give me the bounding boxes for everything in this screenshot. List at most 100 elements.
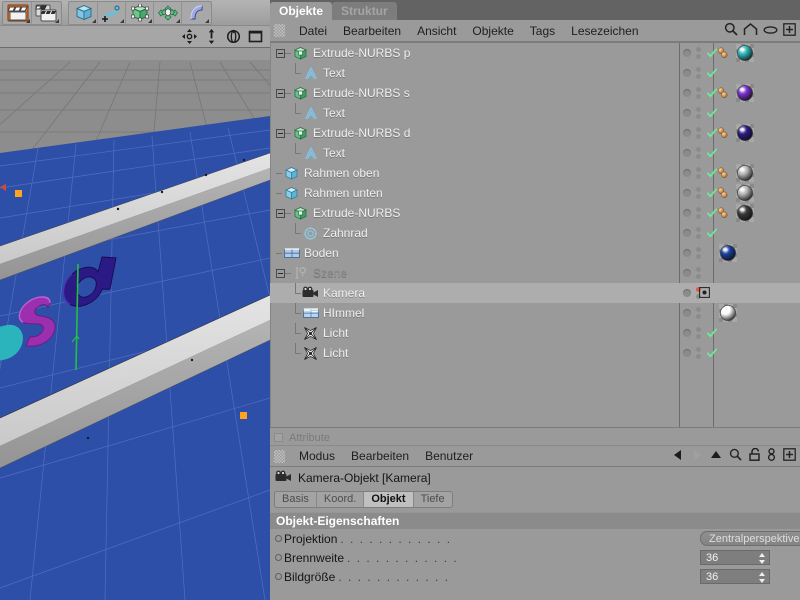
lock-icon[interactable] [749,448,760,464]
editor-visibility-dot[interactable] [683,129,691,137]
material-tag-icon[interactable] [734,164,754,182]
tree-row-tags[interactable] [714,223,717,243]
render-visibility-dots[interactable] [696,347,701,359]
editor-visibility-dot[interactable] [683,189,691,197]
tree-row[interactable]: Zahnrad [270,223,800,243]
menu-datei[interactable]: Datei [291,21,335,41]
up-arrow-icon[interactable] [710,449,722,464]
tree-row-name-zone[interactable]: Kamera [270,283,679,303]
editor-visibility-dot[interactable] [683,49,691,57]
tree-row[interactable]: Extrude-NURBS p [270,43,800,63]
visibility-dot-top[interactable] [696,207,701,212]
tree-row-name-zone[interactable]: Extrude-NURBS [270,203,679,223]
tree-expander[interactable] [276,269,285,278]
scale-icon[interactable] [200,27,222,47]
render-visibility-dots[interactable] [696,247,701,259]
tree-row-tags[interactable] [714,243,737,263]
tree-expander[interactable] [276,129,285,138]
visibility-dot-top[interactable] [696,307,701,312]
visibility-dot-top[interactable] [696,347,701,352]
material-tag-icon[interactable] [734,204,754,222]
tree-row-visibility-dots[interactable] [679,263,713,283]
render-view-button[interactable] [4,2,32,24]
tree-row[interactable]: Boden [270,243,800,263]
tree-row-visibility-dots[interactable] [679,283,713,303]
visibility-dot-top[interactable] [696,187,701,192]
tree-row-tags[interactable] [714,183,754,203]
tree-row-name-zone[interactable]: Boden [270,243,679,263]
tree-row-name-zone[interactable]: Text [270,63,679,83]
cube-button[interactable] [70,2,98,24]
number-input[interactable]: 36 [700,569,770,584]
tree-row-name-zone[interactable]: Extrude-NURBS d [270,123,679,143]
nurbs-cube-button[interactable] [126,2,154,24]
projection-dropdown[interactable]: Zentralperspektive [700,531,800,546]
tree-row-tags[interactable] [714,343,717,363]
property-toggle[interactable] [275,573,282,580]
plus-box-icon[interactable] [783,448,796,464]
tag-pair-icon[interactable] [717,125,733,141]
tree-row[interactable]: Kamera [270,283,800,303]
visibility-dot-bottom[interactable] [696,94,701,99]
tree-row-tags[interactable] [714,43,754,63]
visibility-dot-bottom[interactable] [696,194,701,199]
tree-row-tags[interactable] [714,143,717,163]
editor-visibility-dot[interactable] [683,209,691,217]
tree-expander[interactable] [276,89,285,98]
tree-row-tags[interactable] [714,283,717,303]
forward-arrow-icon[interactable] [691,449,703,464]
tree-row-name-zone[interactable]: Rahmen unten [270,183,679,203]
visibility-dot-top[interactable] [696,47,701,52]
render-visibility-dots[interactable] [696,267,701,279]
visibility-dot-top[interactable] [696,267,701,272]
tree-expander[interactable] [276,49,285,58]
editor-visibility-dot[interactable] [683,289,691,297]
tree-row-tags[interactable] [714,83,754,103]
attr-tab-objekt[interactable]: Objekt [364,491,413,508]
tree-row[interactable]: Text [270,143,800,163]
tree-row[interactable]: Licht [270,323,800,343]
attr-menu-benutzer[interactable]: Benutzer [417,446,481,466]
menu-tags[interactable]: Tags [522,21,563,41]
visibility-dot-bottom[interactable] [696,234,701,239]
render-visibility-dots[interactable] [696,227,701,239]
number-input[interactable]: 36 [700,550,770,565]
tag-pair-icon[interactable] [717,205,733,221]
tree-row-visibility-dots[interactable] [679,243,713,263]
frame-icon[interactable] [244,27,266,47]
tree-row[interactable]: HImmel [270,303,800,323]
tree-row-name-zone[interactable]: Extrude-NURBS p [270,43,679,63]
attr-tab-basis[interactable]: Basis [275,491,317,508]
tree-row-visibility-dots[interactable] [679,43,713,63]
attr-tab-tiefe[interactable]: Tiefe [414,491,452,508]
tree-row[interactable]: Extrude-NURBS d [270,123,800,143]
tree-row-tags[interactable] [714,323,717,343]
visibility-dot-bottom[interactable] [696,154,701,159]
tree-row[interactable]: Licht [270,343,800,363]
editor-visibility-dot[interactable] [683,229,691,237]
render-visibility-dots[interactable] [696,87,701,99]
tree-row-name-zone[interactable]: Rahmen oben [270,163,679,183]
tree-row-tags[interactable] [714,63,717,83]
tree-row-name-zone[interactable]: Text [270,103,679,123]
visibility-dot-top[interactable] [696,87,701,92]
tree-row[interactable]: Szene [270,263,800,283]
tree-row-visibility-dots[interactable] [679,203,713,223]
material-tag-icon[interactable] [717,304,737,322]
render-settings-button[interactable] [32,2,60,24]
deformer-button[interactable] [154,2,182,24]
visibility-dot-bottom[interactable] [696,354,701,359]
render-visibility-dots[interactable] [696,207,701,219]
render-visibility-dots[interactable] [696,67,701,79]
tree-row[interactable]: Text [270,63,800,83]
attr-menu-modus[interactable]: Modus [291,446,343,466]
tree-row-tags[interactable] [714,203,754,223]
render-visibility-dots[interactable] [696,167,701,179]
visibility-dot-top[interactable] [696,127,701,132]
tree-row-visibility-dots[interactable] [679,223,713,243]
visibility-dot-top[interactable] [696,67,701,72]
tree-row-name-zone[interactable]: Licht [270,323,679,343]
tree-row-name-zone[interactable]: Text [270,143,679,163]
tree-row[interactable]: Rahmen unten [270,183,800,203]
tree-row-tags[interactable] [714,263,717,283]
